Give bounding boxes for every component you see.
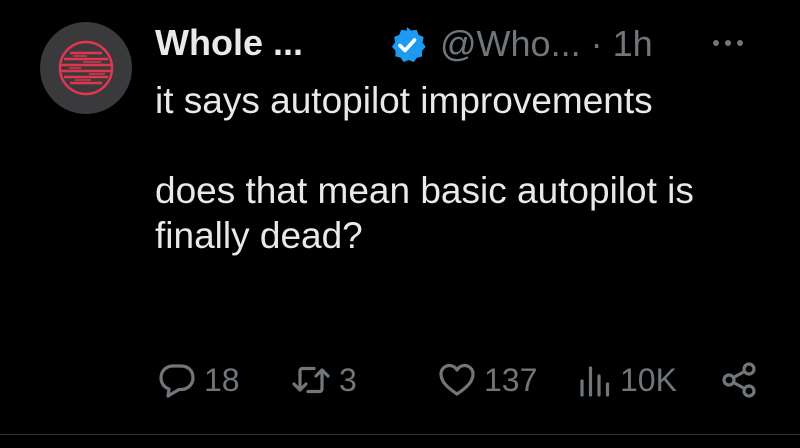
divider [0, 434, 800, 435]
tweet-text: it says autopilot improvements does that… [155, 78, 755, 258]
views-button[interactable]: 10K [578, 358, 677, 402]
tweet-header: Whole ... @Who... · 1h [155, 16, 765, 70]
tweet-paragraph: does that mean basic autopilot is finall… [155, 170, 694, 256]
reply-count: 18 [204, 361, 240, 398]
like-count: 137 [484, 361, 538, 398]
reply-button[interactable]: 18 [158, 358, 240, 402]
repost-button[interactable]: 3 [291, 358, 357, 402]
action-bar: 18 3 137 10K [158, 358, 758, 402]
avatar[interactable] [40, 22, 132, 114]
verified-badge-icon[interactable] [387, 25, 427, 65]
view-count: 10K [620, 361, 677, 398]
avatar-logo [58, 40, 114, 96]
repost-icon [292, 366, 330, 394]
share-icon [722, 362, 756, 398]
handle-and-time[interactable]: @Who... · 1h [440, 23, 653, 65]
views-icon [580, 366, 610, 397]
more-icon[interactable] [710, 34, 746, 52]
reply-icon [159, 364, 195, 398]
repost-count: 3 [339, 361, 357, 398]
tweet[interactable]: Whole ... @Who... · 1h it says autopilot… [0, 0, 800, 448]
heart-icon [439, 363, 475, 396]
like-button[interactable]: 137 [438, 358, 537, 402]
share-button[interactable] [720, 358, 758, 402]
author-name[interactable]: Whole ... [155, 22, 303, 64]
tweet-paragraph: it says autopilot improvements [155, 80, 653, 121]
